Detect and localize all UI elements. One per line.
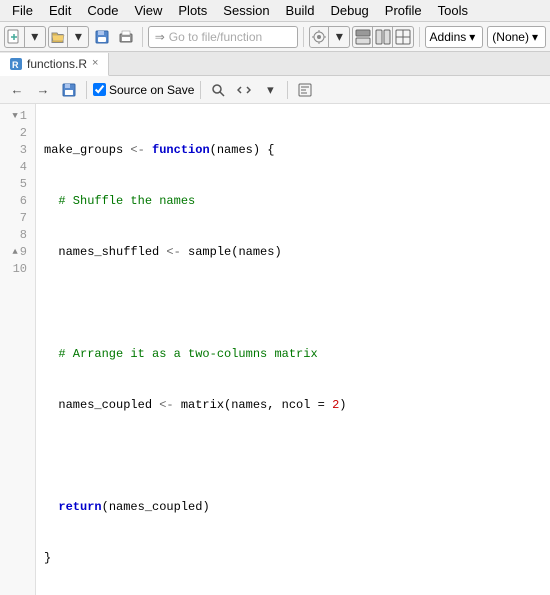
new-file-group: ▾ (4, 26, 46, 48)
options-button[interactable] (310, 26, 330, 48)
tab-close-button[interactable]: × (92, 58, 98, 69)
editor-save-button[interactable] (58, 79, 80, 101)
editor-code-tools-button[interactable] (233, 79, 255, 101)
separator-3 (419, 27, 420, 47)
code-line-9: } (44, 550, 550, 567)
layout-2-button[interactable] (373, 26, 393, 48)
code-line-5: # Arrange it as a two-columns matrix (44, 346, 550, 363)
new-file-button[interactable] (5, 26, 25, 48)
editor-area: ▼1 2 3 4 5 6 7 8 ▲9 10 make_groups <- fu… (0, 104, 550, 595)
r-file-icon: R (10, 58, 22, 70)
source-on-save-checkbox[interactable]: Source on Save (93, 83, 194, 97)
fold-arrow-1[interactable]: ▼ (12, 108, 17, 125)
menubar: File Edit Code View Plots Session Build … (0, 0, 550, 22)
code-editor[interactable]: make_groups <- function(names) { # Shuff… (36, 104, 550, 595)
menu-debug[interactable]: Debug (322, 1, 376, 20)
open-file-group: ▾ (48, 26, 90, 48)
separator-1 (142, 27, 143, 47)
svg-text:R: R (12, 60, 19, 70)
menu-session[interactable]: Session (215, 1, 277, 20)
menu-tools[interactable]: Tools (430, 1, 476, 20)
main-toolbar: ▾ ▾ ⇒ Go to file/function (0, 22, 550, 52)
editor-toolbar: ← → Source on Save ▾ (0, 76, 550, 104)
compile-report-button[interactable] (294, 79, 316, 101)
source-checkbox-label: Source on Save (109, 83, 194, 97)
tab-functions-r[interactable]: R functions.R × (0, 53, 109, 76)
editor-code-tools-dropdown[interactable]: ▾ (259, 79, 281, 101)
code-line-8: return(names_coupled) (44, 499, 550, 516)
code-line-3: names_shuffled <- sample(names) (44, 244, 550, 261)
open-file-dropdown-button[interactable]: ▾ (68, 26, 88, 48)
menu-build[interactable]: Build (278, 1, 323, 20)
tabbar: R functions.R × (0, 52, 550, 76)
editor-search-button[interactable] (207, 79, 229, 101)
save-button[interactable] (91, 25, 113, 49)
line-num-3: 3 (0, 142, 35, 159)
project-dropdown[interactable]: (None) ▾ (487, 26, 546, 48)
code-line-4 (44, 295, 550, 312)
line-numbers: ▼1 2 3 4 5 6 7 8 ▲9 10 (0, 104, 36, 595)
menu-view[interactable]: View (126, 1, 170, 20)
goto-icon: ⇒ (155, 30, 165, 44)
open-file-button[interactable] (49, 26, 69, 48)
goto-file-input[interactable]: ⇒ Go to file/function (148, 26, 298, 48)
line-num-9: ▲9 (0, 244, 35, 261)
options-group: ▾ (309, 26, 351, 48)
code-line-7 (44, 448, 550, 465)
line-num-7: 7 (0, 210, 35, 227)
menu-profile[interactable]: Profile (377, 1, 430, 20)
project-label: (None) (492, 30, 529, 44)
editor-sep-1 (86, 81, 87, 99)
code-line-1: make_groups <- function(names) { (44, 142, 550, 159)
line-num-1: ▼1 (0, 108, 35, 125)
line-num-10: 10 (0, 261, 35, 278)
code-line-6: names_coupled <- matrix(names, ncol = 2) (44, 397, 550, 414)
fold-arrow-9[interactable]: ▲ (12, 244, 17, 261)
addins-dropdown[interactable]: Addins ▾ (425, 26, 484, 48)
addins-label: Addins (430, 30, 467, 44)
print-button[interactable] (115, 25, 137, 49)
menu-edit[interactable]: Edit (41, 1, 79, 20)
line-num-5: 5 (0, 176, 35, 193)
layout-3-button[interactable] (393, 26, 413, 48)
separator-2 (303, 27, 304, 47)
source-checkbox-input[interactable] (93, 83, 106, 96)
editor-sep-3 (287, 81, 288, 99)
new-file-dropdown-button[interactable]: ▾ (25, 26, 45, 48)
tab-label: functions.R (27, 57, 87, 71)
options-dropdown-button[interactable]: ▾ (329, 26, 349, 48)
line-num-4: 4 (0, 159, 35, 176)
menu-code[interactable]: Code (79, 1, 126, 20)
addins-arrow: ▾ (469, 30, 475, 44)
editor-back-button[interactable]: ← (6, 79, 28, 101)
line-num-2: 2 (0, 125, 35, 142)
editor-forward-button[interactable]: → (32, 79, 54, 101)
editor-sep-2 (200, 81, 201, 99)
layout-1-button[interactable] (353, 26, 373, 48)
menu-file[interactable]: File (4, 1, 41, 20)
code-line-2: # Shuffle the names (44, 193, 550, 210)
menu-plots[interactable]: Plots (170, 1, 215, 20)
line-num-6: 6 (0, 193, 35, 210)
project-arrow: ▾ (532, 30, 538, 44)
goto-placeholder: Go to file/function (169, 30, 262, 44)
line-num-8: 8 (0, 227, 35, 244)
layout-group (352, 26, 413, 48)
